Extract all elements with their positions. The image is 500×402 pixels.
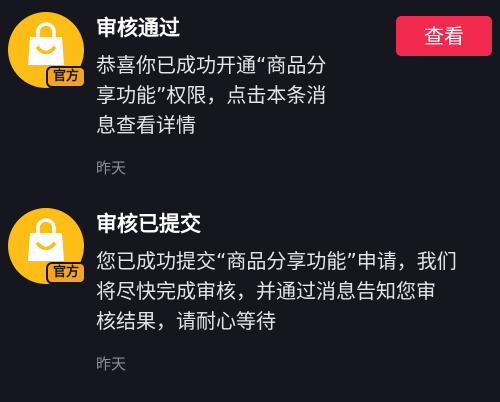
official-avatar: 官方 (8, 208, 87, 284)
shopping-bag-smile-icon (28, 218, 64, 261)
message-list: 官方 审核通过 恭喜你已成功开通“商品分 享功能”权限，点击本条消 息查看详情 … (0, 0, 500, 402)
message-body-line: 享功能”权限，点击本条消 (96, 83, 327, 107)
view-button[interactable]: 查看 (396, 16, 492, 56)
message-body: 您已成功提交“商品分享功能”申请，我们 将尽快完成审核，并通过消息告知您审 核结… (96, 246, 494, 336)
shopping-bag-smile-icon (28, 22, 64, 65)
message-time: 昨天 (96, 159, 127, 177)
message-body-line: 将尽快完成审核，并通过消息告知您审 (96, 279, 436, 303)
message-title: 审核已提交 (96, 212, 201, 236)
official-badge: 官方 (46, 66, 87, 88)
official-avatar: 官方 (8, 12, 87, 88)
message-title: 审核通过 (96, 16, 180, 40)
message-body-line: 核结果，请耐心等待 (96, 309, 276, 333)
message-time: 昨天 (96, 355, 127, 373)
message-body: 恭喜你已成功开通“商品分 享功能”权限，点击本条消 息查看详情 (96, 50, 396, 140)
official-badge: 官方 (46, 262, 87, 284)
message-body-line: 您已成功提交“商品分享功能”申请，我们 (96, 249, 457, 273)
message-body-line: 息查看详情 (96, 113, 196, 137)
message-content: 审核通过 恭喜你已成功开通“商品分 享功能”权限，点击本条消 息查看详情 昨天 (96, 12, 396, 178)
message-content: 审核已提交 您已成功提交“商品分享功能”申请，我们 将尽快完成审核，并通过消息告… (96, 208, 494, 374)
message-body-line: 恭喜你已成功开通“商品分 (96, 53, 327, 77)
